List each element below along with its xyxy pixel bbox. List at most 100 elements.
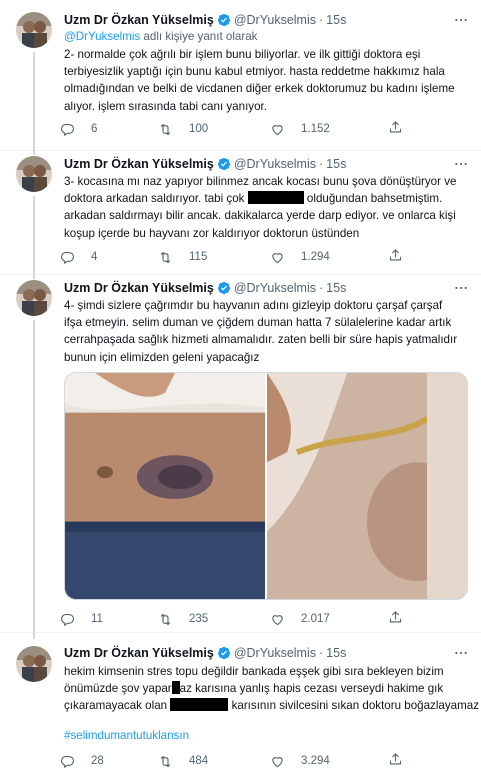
tweet-1[interactable]: Uzm Dr Özkan Yükselmiş @DrYukselmis · 15… — [0, 0, 481, 151]
tweet-line-with-redaction: çıkaramayacak olan karısının sivilcesini… — [64, 697, 479, 714]
author-name[interactable]: Uzm Dr Özkan Yükselmiş — [64, 157, 214, 171]
thread-line — [33, 320, 35, 633]
verified-badge-icon — [217, 281, 230, 295]
tweet-line: 4- şimdi sizlere çağrımdır bu hayvanın a… — [64, 299, 443, 312]
tweet-media[interactable] — [64, 372, 468, 600]
timestamp[interactable]: 15s — [326, 157, 346, 171]
retweet-icon — [160, 613, 171, 625]
verified-badge-icon — [217, 13, 230, 27]
avatar[interactable] — [16, 280, 52, 316]
author-handle[interactable]: @DrYukselmis — [234, 13, 316, 27]
tweet-line: alıyor. işlem sırasında tabi canı yanıyo… — [64, 99, 267, 113]
author-handle[interactable]: @DrYukselmis — [234, 281, 316, 295]
tweet-3[interactable]: Uzm Dr Özkan Yükselmiş @DrYukselmis · 15… — [0, 275, 481, 633]
tweet-line: 3- kocasına mı naz yapıyor bilinmez anca… — [64, 175, 457, 188]
tweet-line: arkadan saldırmayı bilir ancak. dakikala… — [64, 209, 456, 223]
author-handle[interactable]: @DrYukselmis — [234, 646, 316, 660]
retweet-icon — [160, 123, 171, 135]
verified-badge-icon — [217, 157, 230, 171]
reply-button[interactable]: 4 — [60, 248, 97, 266]
tweet-line-part: olduğundan bahsetmiştim. — [306, 192, 443, 206]
more-options-icon[interactable] — [453, 280, 469, 296]
tweet-4[interactable]: Uzm Dr Özkan Yükselmiş @DrYukselmis · 15… — [0, 633, 481, 781]
retweet-button[interactable]: 100 — [158, 120, 208, 138]
avatar[interactable] — [16, 156, 52, 192]
thread-line — [33, 151, 35, 155]
heart-icon — [272, 124, 283, 135]
like-count: 2.017 — [301, 613, 330, 625]
retweet-button[interactable]: 235 — [158, 610, 208, 628]
author-handle[interactable]: @DrYukselmis — [234, 157, 316, 171]
tweet-line: bunun için elimizden geleni yapacağız — [64, 350, 260, 364]
reply-button[interactable]: 28 — [60, 752, 104, 770]
retweet-count: 235 — [189, 613, 209, 625]
tweet-line: hekim kimsenin stres topu değildir banka… — [64, 665, 444, 678]
heart-icon — [272, 756, 283, 767]
like-button[interactable]: 1.152 — [270, 120, 330, 138]
media-photo-1[interactable] — [65, 373, 265, 599]
more-options-icon[interactable] — [453, 645, 469, 661]
retweet-count: 115 — [189, 251, 208, 263]
tweet-line: 2- normalde çok ağrılı bir işlem bunu bi… — [64, 48, 421, 61]
tweet-line-with-redaction: önümüzde şov yapar az karısına yanlış hap… — [64, 680, 468, 697]
reply-count: 4 — [91, 251, 98, 263]
author-name[interactable]: Uzm Dr Özkan Yükselmiş — [64, 13, 214, 27]
like-button[interactable]: 2.017 — [270, 610, 330, 628]
share-icon[interactable] — [388, 752, 403, 767]
more-options-icon[interactable] — [453, 12, 469, 28]
tweet-line-with-redaction: doktora arkadan saldırıyor. tabi çok old… — [64, 190, 468, 207]
like-button[interactable]: 3.294 — [270, 752, 330, 770]
tweet-header: Uzm Dr Özkan Yükselmiş @DrYukselmis · 15… — [64, 11, 469, 29]
share-icon[interactable] — [388, 248, 403, 263]
tweet-line: olmadığından ve belki de vicdanen diğer … — [64, 82, 455, 96]
avatar[interactable] — [16, 646, 52, 682]
reply-button[interactable]: 6 — [60, 120, 97, 138]
heart-icon — [272, 614, 283, 625]
retweet-button[interactable]: 115 — [158, 248, 207, 266]
share-icon[interactable] — [388, 610, 403, 625]
tweet-line-part: önümüzde şov yapar — [64, 682, 172, 696]
share-icon[interactable] — [388, 120, 403, 135]
hashtag-link[interactable]: #selimdumantutuklansın — [64, 729, 189, 742]
thread-line — [33, 196, 35, 275]
thread-line — [33, 275, 35, 279]
reply-mention-link[interactable]: @DrYukselmis — [64, 30, 140, 43]
tweet-2[interactable]: Uzm Dr Özkan Yükselmiş @DrYukselmis · 15… — [0, 151, 481, 275]
reply-icon — [61, 123, 74, 136]
heart-icon — [272, 252, 283, 263]
tweet-header: Uzm Dr Özkan Yükselmiş @DrYukselmis · 15… — [64, 155, 469, 173]
avatar[interactable] — [16, 12, 52, 48]
reply-icon — [61, 613, 74, 626]
like-button[interactable]: 1.294 — [270, 248, 330, 266]
tweet-header: Uzm Dr Özkan Yükselmiş @DrYukselmis · 15… — [64, 644, 469, 662]
author-name[interactable]: Uzm Dr Özkan Yükselmiş — [64, 281, 214, 295]
reply-icon — [61, 251, 74, 264]
retweet-count: 100 — [189, 123, 209, 135]
tweet-line: koşup içerde bu hayvanı zor kaldırıyor d… — [64, 226, 360, 240]
author-name[interactable]: Uzm Dr Özkan Yükselmiş — [64, 646, 214, 660]
tweet-text: 2- normalde çok ağrılı bir işlem bunu bi… — [64, 46, 468, 115]
thread-line — [33, 633, 35, 639]
more-options-icon[interactable] — [453, 156, 469, 172]
verified-badge-icon — [217, 646, 230, 660]
tweet-line: terbiyesizlik yaptığı için bunu kabul et… — [64, 65, 445, 79]
redacted-block — [247, 191, 304, 205]
tweet-actions: 28 484 3.294 — [60, 752, 410, 770]
tweet-line-part: karısının sivilcesini sıkan doktoru boğa… — [231, 699, 480, 713]
retweet-count: 484 — [189, 755, 209, 767]
tweet-text: 4- şimdi sizlere çağrımdır bu hayvanın a… — [64, 297, 468, 366]
separator-dot: · — [319, 13, 324, 27]
timestamp[interactable]: 15s — [326, 646, 346, 660]
redacted-block — [170, 698, 229, 712]
separator-dot: · — [319, 157, 324, 171]
reply-button[interactable]: 11 — [60, 610, 103, 628]
timestamp[interactable]: 15s — [326, 13, 346, 27]
separator-dot: · — [319, 646, 324, 660]
reply-count: 6 — [91, 123, 98, 135]
tweet-text: 3- kocasına mı naz yapıyor bilinmez anca… — [64, 173, 468, 242]
retweet-button[interactable]: 484 — [158, 752, 208, 770]
retweet-icon — [160, 251, 171, 263]
timestamp[interactable]: 15s — [326, 281, 346, 295]
tweet-line-part: doktora arkadan saldırıyor. tabi çok — [64, 192, 245, 206]
media-photo-2[interactable] — [267, 373, 467, 599]
